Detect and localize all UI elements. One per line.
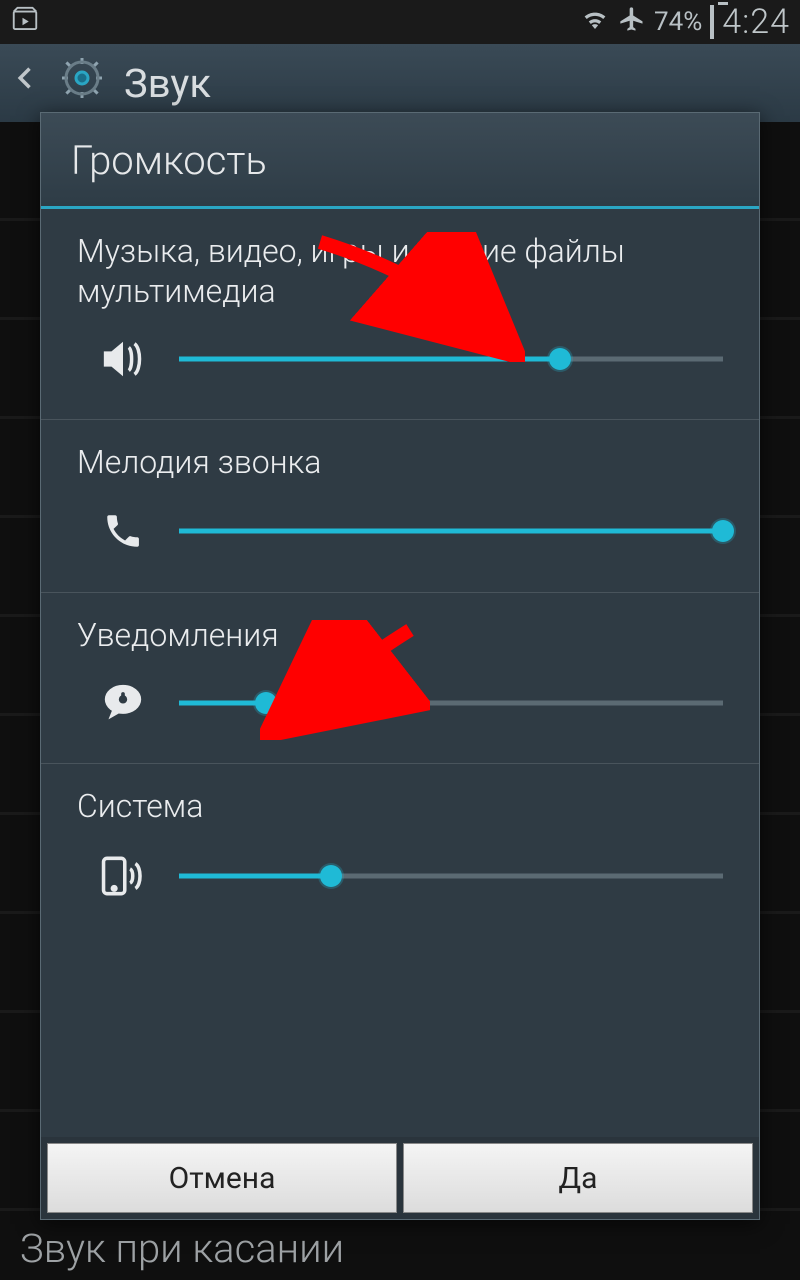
battery-percent: 74% [654,7,702,37]
volume-slider-notifications[interactable] [179,694,723,712]
notification-bubble-icon [95,683,151,723]
settings-gear-icon [58,54,106,112]
status-bar: 74% 4:24 [0,0,800,44]
airplane-icon [618,5,646,40]
cancel-button[interactable]: Отмена [47,1143,397,1213]
volume-label-notifications: Уведомления [77,615,723,655]
volume-label-media: Музыка, видео, игры и другие файлы мульт… [77,231,723,311]
play-store-icon [10,4,40,41]
volume-section-media: Музыка, видео, игры и другие файлы мульт… [41,209,759,420]
background-row-label: Звук при касании [20,1225,344,1272]
battery-icon [710,7,714,37]
volume-label-system: Система [77,786,723,826]
screen-title: Звук [124,60,211,107]
volume-label-ringtone: Мелодия звонка [77,442,723,482]
wifi-icon [580,4,610,41]
status-clock: 4:24 [722,2,790,42]
dialog-button-row: Отмена Да [41,1137,759,1219]
volume-slider-media[interactable] [179,350,723,368]
dialog-body: Музыка, видео, игры и другие файлы мульт… [41,209,759,1137]
volume-section-notifications: Уведомления [41,593,759,764]
device-sound-icon [95,854,151,898]
volume-slider-system[interactable] [179,867,723,885]
volume-section-ringtone: Мелодия звонка [41,420,759,593]
phone-icon [95,510,151,552]
speaker-icon [95,339,151,379]
back-icon[interactable] [12,58,40,108]
volume-section-system: Система [41,764,759,938]
volume-slider-ringtone[interactable] [179,522,723,540]
settings-titlebar: Звук [0,44,800,122]
dialog-title: Громкость [41,113,759,209]
volume-dialog: Громкость Музыка, видео, игры и другие ф… [40,112,760,1220]
ok-button[interactable]: Да [403,1143,753,1213]
